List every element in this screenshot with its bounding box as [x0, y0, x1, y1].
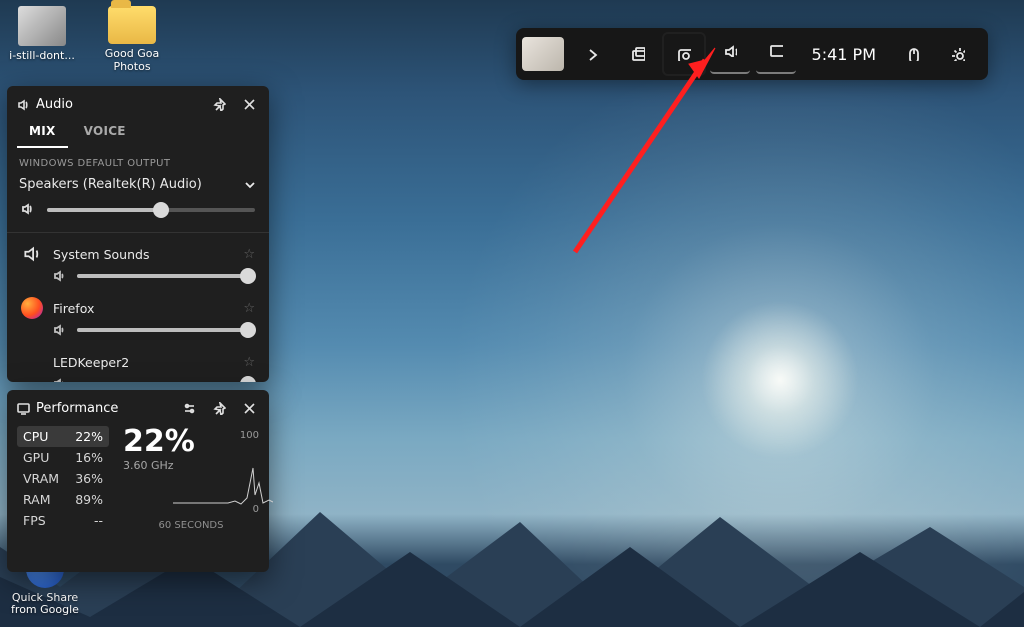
- x-axis-label: 60 SECONDS: [159, 520, 224, 531]
- metric-row-fps[interactable]: FPS --: [17, 510, 109, 531]
- app-mixer-row: System Sounds ☆: [7, 239, 269, 267]
- section-label: WINDOWS DEFAULT OUTPUT: [7, 148, 269, 173]
- speaker-icon: [53, 323, 67, 337]
- options-button[interactable]: [177, 396, 201, 420]
- pin-icon: [213, 402, 226, 415]
- metric-value: 22%: [75, 429, 103, 444]
- speaker-icon: [53, 377, 67, 382]
- close-button[interactable]: [237, 92, 261, 116]
- audio-widget: Audio MIX VOICE WINDOWS DEFAULT OUTPUT S…: [7, 86, 269, 382]
- performance-button[interactable]: [756, 34, 796, 74]
- mouse-button[interactable]: [892, 34, 932, 74]
- metric-row-ram[interactable]: RAM 89%: [17, 489, 109, 510]
- system-icon: [21, 243, 43, 265]
- performance-widget: Performance CPU 22% GPU 16% VRAM 36% RAM 89% FPS…: [7, 390, 269, 572]
- chevron-down-icon: [243, 178, 257, 192]
- app-volume-slider[interactable]: [77, 274, 255, 278]
- metric-label: CPU: [23, 429, 48, 444]
- widgets-icon: [631, 47, 645, 61]
- app-volume-slider[interactable]: [77, 328, 255, 332]
- sliders-icon: [183, 402, 196, 415]
- pin-button[interactable]: [207, 396, 231, 420]
- app-mixer-row: Firefox ☆: [7, 293, 269, 321]
- app-mixer-row: LEDKeeper2 ☆: [7, 347, 269, 375]
- output-device-name: Speakers (Realtek(R) Audio): [19, 177, 202, 192]
- metric-label: FPS: [23, 513, 46, 528]
- settings-button[interactable]: [938, 34, 978, 74]
- speaker-icon: [17, 98, 30, 111]
- chevron-right-icon: [585, 47, 599, 61]
- close-icon: [243, 98, 256, 111]
- metric-row-cpu[interactable]: CPU 22%: [17, 426, 109, 447]
- pin-icon: [213, 98, 226, 111]
- tab-voice[interactable]: VOICE: [72, 118, 138, 148]
- firefox-icon: [21, 297, 43, 319]
- app-name: System Sounds: [53, 247, 233, 262]
- icon-label: Good Goa Photos: [98, 48, 166, 73]
- favorite-star[interactable]: ☆: [243, 247, 255, 262]
- capture-button[interactable]: [664, 34, 704, 74]
- metric-row-gpu[interactable]: GPU 16%: [17, 447, 109, 468]
- metric-label: GPU: [23, 450, 49, 465]
- desktop-wallpaper: i-still-dont... Good Goa Photos Quick Sh…: [0, 0, 1024, 627]
- monitor-icon: [769, 43, 783, 57]
- monitor-icon: [17, 402, 30, 415]
- generic-icon: [21, 351, 43, 373]
- y-axis-max: 100: [240, 430, 259, 441]
- metric-row-vram[interactable]: VRAM 36%: [17, 468, 109, 489]
- favorite-star[interactable]: ☆: [243, 301, 255, 316]
- close-button[interactable]: [237, 396, 261, 420]
- audio-tabs: MIX VOICE: [7, 118, 269, 148]
- performance-widget-titlebar[interactable]: Performance: [7, 390, 269, 422]
- speaker-icon: [21, 202, 37, 218]
- desktop-icon-folder[interactable]: Good Goa Photos: [98, 6, 166, 73]
- app-name: LEDKeeper2: [53, 355, 233, 370]
- speaker-icon: [53, 269, 67, 283]
- gamebar-avatar[interactable]: [522, 37, 564, 71]
- metric-value: 16%: [75, 450, 103, 465]
- gamebar-clock: 5:41 PM: [802, 45, 886, 64]
- close-icon: [243, 402, 256, 415]
- master-volume-slider[interactable]: [47, 208, 255, 212]
- mouse-icon: [905, 47, 919, 61]
- gear-icon: [951, 47, 965, 61]
- app-name: Firefox: [53, 301, 233, 316]
- metric-value: 89%: [75, 492, 103, 507]
- gamebar-expand-chevron[interactable]: [572, 34, 612, 74]
- tab-mix[interactable]: MIX: [17, 118, 68, 148]
- capture-icon: [677, 47, 691, 61]
- widgets-button[interactable]: [618, 34, 658, 74]
- sun-glow: [700, 300, 860, 460]
- pin-button[interactable]: [207, 92, 231, 116]
- divider: [7, 232, 269, 233]
- icon-label: i-still-dont...: [9, 50, 75, 63]
- metric-value: 36%: [75, 471, 103, 486]
- icon-label: Quick Share from Google: [10, 592, 80, 617]
- game-bar: 5:41 PM: [516, 28, 988, 80]
- folder-icon: [108, 6, 156, 44]
- desktop-icon-image-file[interactable]: i-still-dont...: [8, 6, 76, 73]
- performance-graph: [173, 453, 273, 513]
- widget-title: Audio: [36, 97, 73, 112]
- metric-value: --: [94, 513, 103, 528]
- speaker-icon: [723, 43, 737, 57]
- audio-widget-titlebar[interactable]: Audio: [7, 86, 269, 118]
- output-device-dropdown[interactable]: Speakers (Realtek(R) Audio): [7, 173, 269, 198]
- widget-title: Performance: [36, 401, 118, 416]
- favorite-star[interactable]: ☆: [243, 355, 255, 370]
- audio-button[interactable]: [710, 34, 750, 74]
- metrics-list: CPU 22% GPU 16% VRAM 36% RAM 89% FPS --: [17, 426, 109, 531]
- metric-label: RAM: [23, 492, 51, 507]
- thumbnail-icon: [18, 6, 66, 46]
- metric-label: VRAM: [23, 471, 59, 486]
